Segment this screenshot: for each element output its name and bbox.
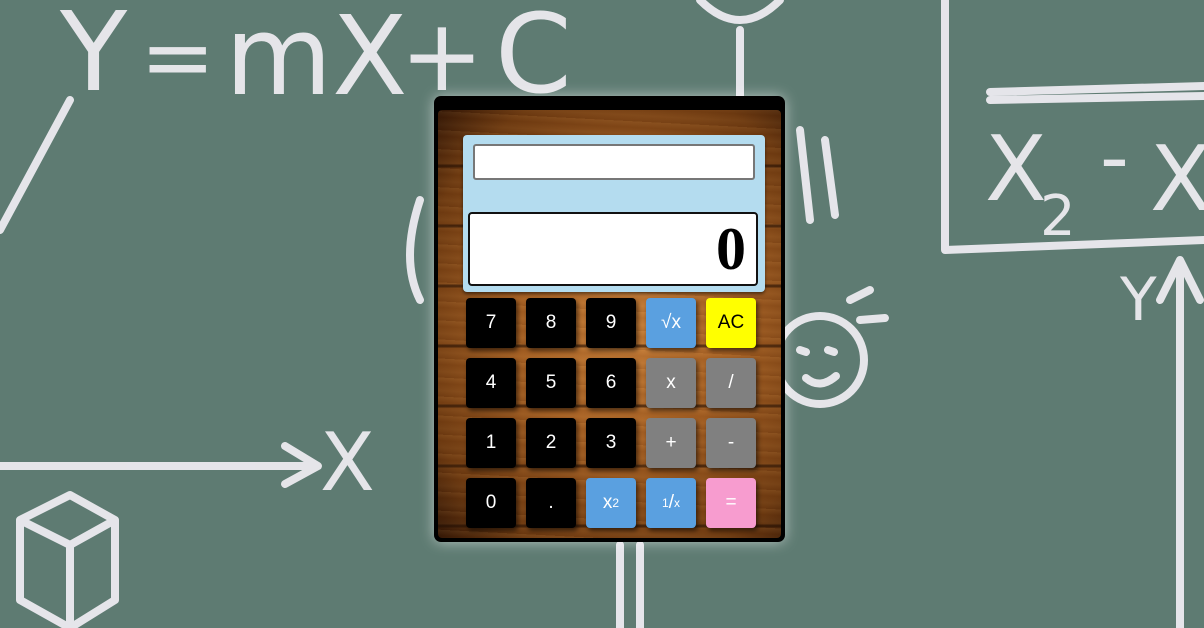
key-reciprocal-numerator: 1 [662,496,669,510]
key-add[interactable]: + [646,418,696,468]
chalk-cube [16,491,119,628]
key-equals[interactable]: = [706,478,756,528]
key-2[interactable]: 2 [526,418,576,468]
chalk-x-label: X [320,416,375,509]
chalk-y-axis [1156,256,1204,628]
key-subtract[interactable]: - [706,418,756,468]
key-reciprocal-denominator: x [673,496,680,510]
calculator-wood-body: 0 7 8 9 √x AC 4 5 6 x / 1 2 3 + - 0 . x2 [438,110,781,538]
key-6[interactable]: 6 [586,358,636,408]
expression-input[interactable] [473,144,755,180]
chalk-smiley-face [772,312,868,408]
chalk-formula-y: Y [59,0,128,116]
chalk-y-axis-label: Y [1119,265,1157,335]
key-0[interactable]: 0 [466,478,516,528]
key-divide[interactable]: / [706,358,756,408]
key-square[interactable]: x2 [586,478,636,528]
calculator: 0 7 8 9 √x AC 4 5 6 x / 1 2 3 + - 0 . x2 [434,96,785,542]
key-reciprocal[interactable]: 1/x [646,478,696,528]
key-8[interactable]: 8 [526,298,576,348]
chalk-x2-subscript: 2 [1040,184,1076,249]
chalk-x-right: X [1150,127,1204,232]
chalk-minus: - [1100,111,1129,204]
chalk-x2-base: X [985,117,1047,222]
key-all-clear[interactable]: AC [706,298,756,348]
key-square-exponent: 2 [612,496,620,510]
key-4[interactable]: 4 [466,358,516,408]
key-9[interactable]: 9 [586,298,636,348]
result-display: 0 [468,212,758,286]
chalk-line-left-diagonal [0,96,74,234]
key-3[interactable]: 3 [586,418,636,468]
key-1[interactable]: 1 [466,418,516,468]
display-panel: 0 [463,135,765,292]
key-5[interactable]: 5 [526,358,576,408]
chalk-formula-equals: = [140,5,215,110]
key-square-base: x [602,492,613,513]
chalk-stick-figure-bottom [616,541,644,628]
key-square-root[interactable]: √x [646,298,696,348]
key-decimal[interactable]: . [526,478,576,528]
chalk-stick-figure-top [696,0,784,100]
key-7[interactable]: 7 [466,298,516,348]
key-multiply[interactable]: x [646,358,696,408]
chalk-formula-mx: mX [225,0,408,120]
